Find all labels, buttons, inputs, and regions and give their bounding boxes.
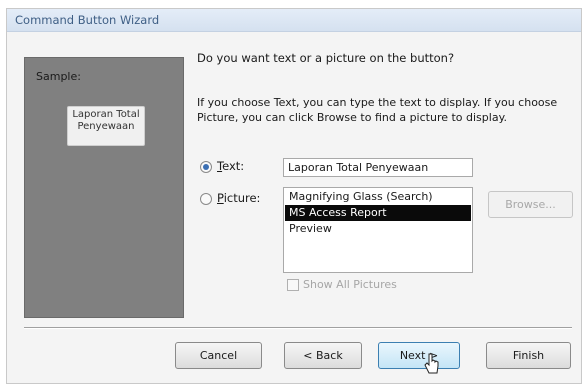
picture-list[interactable]: Magnifying Glass (Search) MS Access Repo… (283, 187, 473, 273)
picture-radio-label[interactable]: Picture: (217, 191, 260, 205)
back-button[interactable]: < Back (284, 342, 362, 369)
text-radio-label[interactable]: Text: (217, 159, 244, 173)
mouse-cursor-icon (424, 353, 439, 374)
sample-label: Sample: (36, 70, 81, 83)
picture-radio[interactable] (200, 193, 212, 205)
window-title: Command Button Wizard (15, 13, 160, 27)
cancel-button[interactable]: Cancel (175, 342, 262, 369)
text-radio-label-rest: ext: (222, 159, 245, 173)
button-text-input[interactable]: Laporan Total Penyewaan (283, 158, 473, 177)
list-item[interactable]: Preview (285, 221, 471, 237)
question-text: Do you want text or a picture on the but… (197, 51, 455, 65)
sample-panel: Sample: Laporan Total Penyewaan (24, 57, 184, 318)
explanation-text: If you choose Text, you can type the tex… (197, 96, 558, 124)
sample-button-preview: Laporan Total Penyewaan (67, 106, 145, 146)
picture-radio-label-rest: icture: (223, 191, 261, 205)
browse-button[interactable]: Browse... (488, 191, 573, 218)
list-item-selected[interactable]: MS Access Report (285, 205, 471, 221)
text-radio[interactable] (200, 161, 212, 173)
wizard-window: Command Button Wizard Sample: Laporan To… (6, 8, 582, 384)
next-button[interactable]: Next > (378, 342, 460, 369)
separator-line (24, 327, 572, 329)
picture-radio-accesskey: P (217, 191, 224, 205)
show-all-pictures-checkbox[interactable] (287, 279, 299, 291)
finish-button[interactable]: Finish (486, 342, 571, 369)
title-bar: Command Button Wizard (7, 9, 581, 32)
list-item[interactable]: Magnifying Glass (Search) (285, 189, 471, 205)
show-all-pictures-label: Show All Pictures (303, 278, 397, 291)
